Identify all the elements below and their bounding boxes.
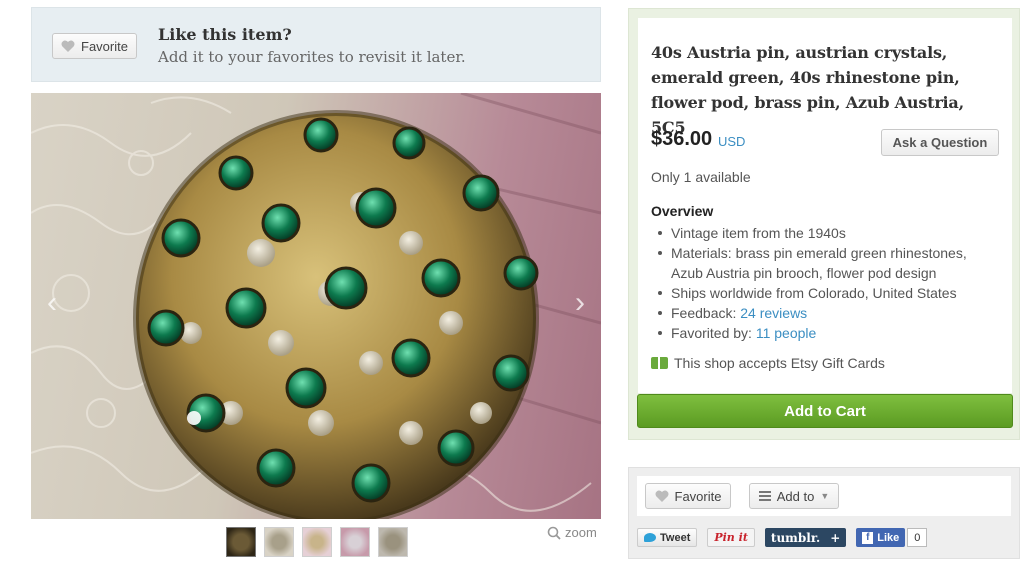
social-actions-card: Favorite Add to ▼ Tweet Pin it tumblr. +…: [628, 467, 1020, 559]
facebook-like-button[interactable]: f Like: [856, 528, 906, 547]
share-buttons: Tweet Pin it tumblr. + f Like 0: [637, 528, 928, 547]
like-label: Like: [877, 531, 900, 544]
price: $36.00: [651, 128, 713, 150]
favorite-prompt: Favorite Like this item? Add it to your …: [31, 7, 601, 82]
favorite-item-button[interactable]: Favorite: [645, 483, 731, 509]
favorited-people-link[interactable]: 11 people: [756, 325, 816, 341]
feedback-label: Feedback:: [671, 305, 741, 321]
overview-heading: Overview: [651, 203, 714, 219]
thumbnail[interactable]: [378, 527, 408, 557]
reviews-link[interactable]: 24 reviews: [740, 305, 807, 321]
thumbnail[interactable]: [226, 527, 256, 557]
heart-icon: [61, 40, 75, 52]
tweet-button[interactable]: Tweet: [637, 528, 698, 547]
add-to-cart-button[interactable]: Add to Cart: [637, 394, 1013, 428]
gift-card-icon: [651, 357, 668, 369]
action-buttons: Favorite Add to ▼: [637, 476, 1011, 516]
favorite-prompt-title: Like this item?: [158, 25, 292, 44]
thumbnail[interactable]: [302, 527, 332, 557]
overview-item: Ships worldwide from Colorado, United St…: [651, 283, 1001, 303]
magnifier-icon: [547, 526, 561, 540]
thumbnail-strip: [226, 527, 408, 557]
heart-icon: [655, 490, 668, 502]
zoom-label: zoom: [565, 525, 597, 540]
caret-down-icon: ▼: [820, 491, 830, 501]
overview-item: Materials: brass pin emerald green rhine…: [651, 243, 1001, 283]
overview-item: Favorited by: 11 people: [651, 323, 1001, 343]
facebook-icon: f: [862, 531, 874, 544]
favorite-prompt-subtitle: Add it to your favorites to revisit it l…: [158, 48, 466, 66]
favorite-button[interactable]: Favorite: [52, 33, 137, 59]
ask-question-button[interactable]: Ask a Question: [881, 129, 999, 156]
tweet-label: Tweet: [660, 531, 691, 544]
gift-card-note: This shop accepts Etsy Gift Cards: [651, 355, 885, 371]
favorite-item-label: Favorite: [674, 488, 722, 504]
add-to-label: Add to: [776, 488, 815, 504]
chevron-left-icon[interactable]: ‹: [37, 283, 67, 323]
product-image[interactable]: ‹ ›: [31, 93, 601, 519]
like-count: 0: [907, 528, 928, 547]
overview-item: Vintage item from the 1940s: [651, 223, 1001, 243]
thumbnail[interactable]: [264, 527, 294, 557]
listing-details: 40s Austria pin, austrian crystals, emer…: [638, 18, 1012, 393]
list-icon: [758, 491, 771, 501]
gift-card-text: This shop accepts Etsy Gift Cards: [674, 355, 885, 371]
chevron-right-icon[interactable]: ›: [565, 283, 595, 323]
zoom-button[interactable]: zoom: [547, 525, 597, 540]
tumblr-button[interactable]: tumblr. +: [764, 528, 847, 547]
currency-link[interactable]: USD: [718, 134, 745, 149]
tumblr-label: tumblr.: [770, 530, 821, 545]
plus-icon: +: [830, 530, 841, 545]
favorited-label: Favorited by:: [671, 325, 756, 341]
thumbnail[interactable]: [340, 527, 370, 557]
availability: Only 1 available: [651, 169, 751, 185]
add-to-list-button[interactable]: Add to ▼: [749, 483, 839, 509]
twitter-bird-icon: [644, 533, 656, 542]
favorite-button-label: Favorite: [81, 38, 128, 54]
pin-it-button[interactable]: Pin it: [707, 528, 755, 547]
overview-item: Feedback: 24 reviews: [651, 303, 1001, 323]
overview-list: Vintage item from the 1940s Materials: b…: [651, 223, 1001, 343]
listing-title: 40s Austria pin, austrian crystals, emer…: [651, 43, 964, 137]
brooch-illustration: [31, 93, 601, 519]
listing-info-card: 40s Austria pin, austrian crystals, emer…: [628, 8, 1020, 440]
